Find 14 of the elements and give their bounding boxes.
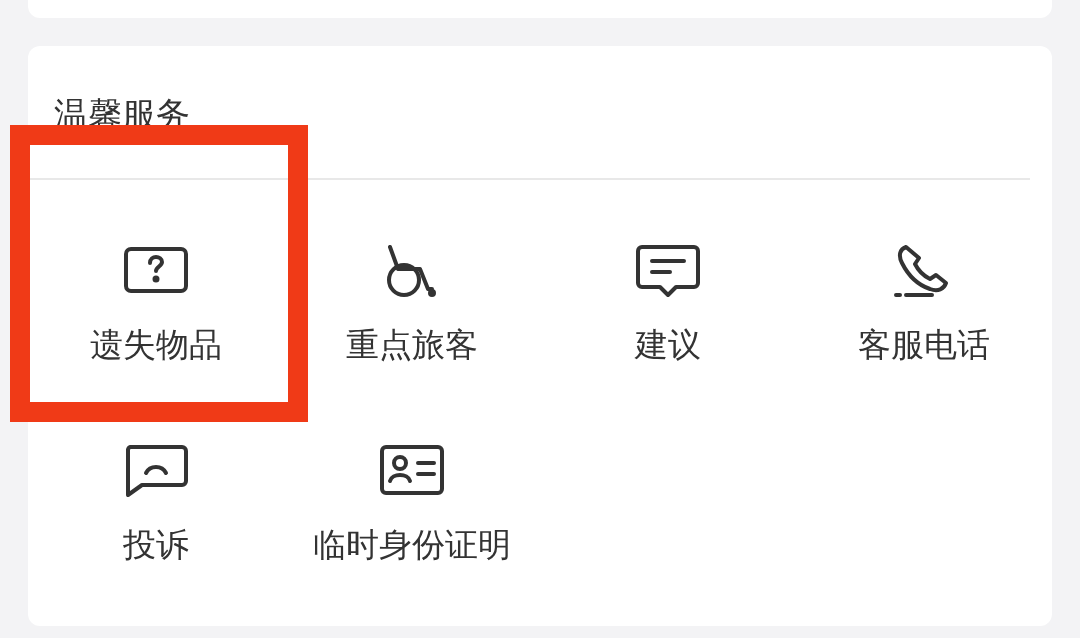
service-label: 建议 xyxy=(635,325,701,365)
chat-icon xyxy=(124,443,188,499)
service-label: 客服电话 xyxy=(858,325,990,365)
service-item[interactable]: 重点旅客 xyxy=(284,180,540,380)
service-item[interactable]: 临时身份证明 xyxy=(284,380,540,580)
service-item[interactable]: 遗失物品 xyxy=(28,180,284,380)
service-item[interactable]: 建议 xyxy=(540,180,796,380)
message-icon xyxy=(636,243,700,299)
service-label: 临时身份证明 xyxy=(313,525,511,565)
service-item[interactable]: 客服电话 xyxy=(796,180,1052,380)
service-label: 重点旅客 xyxy=(346,325,478,365)
service-label: 遗失物品 xyxy=(90,325,222,365)
service-label: 投诉 xyxy=(123,525,189,565)
service-item[interactable]: 投诉 xyxy=(28,380,284,580)
